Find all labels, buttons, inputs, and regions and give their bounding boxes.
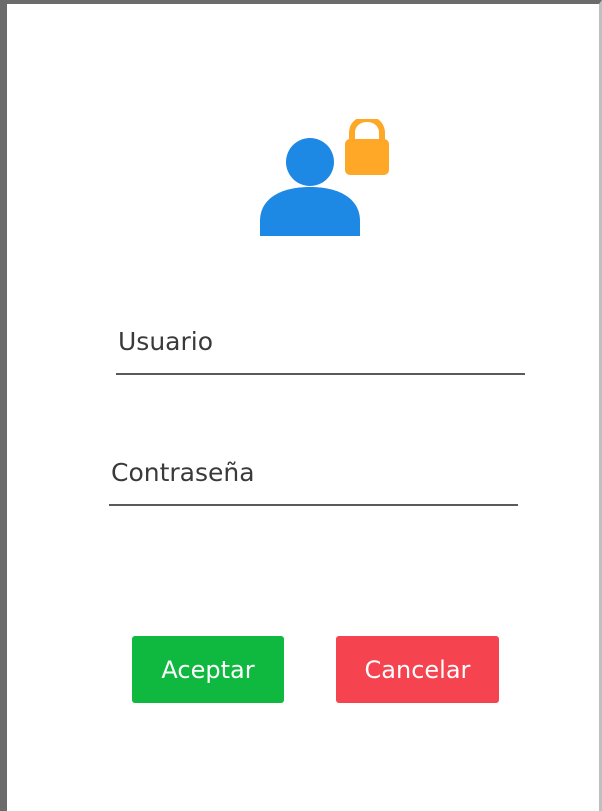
- lock-shackle-icon: [349, 119, 385, 141]
- user-lock-icon: [260, 119, 390, 239]
- accept-button[interactable]: Aceptar: [132, 636, 284, 703]
- username-field: [116, 315, 525, 375]
- login-window: Aceptar Cancelar: [0, 0, 602, 811]
- username-input[interactable]: [116, 315, 525, 375]
- user-body-icon: [260, 187, 360, 236]
- password-input[interactable]: [109, 447, 518, 506]
- user-head-icon: [286, 138, 334, 186]
- cancel-button[interactable]: Cancelar: [336, 636, 499, 703]
- password-field: [109, 447, 518, 506]
- lock-body-icon: [345, 139, 389, 175]
